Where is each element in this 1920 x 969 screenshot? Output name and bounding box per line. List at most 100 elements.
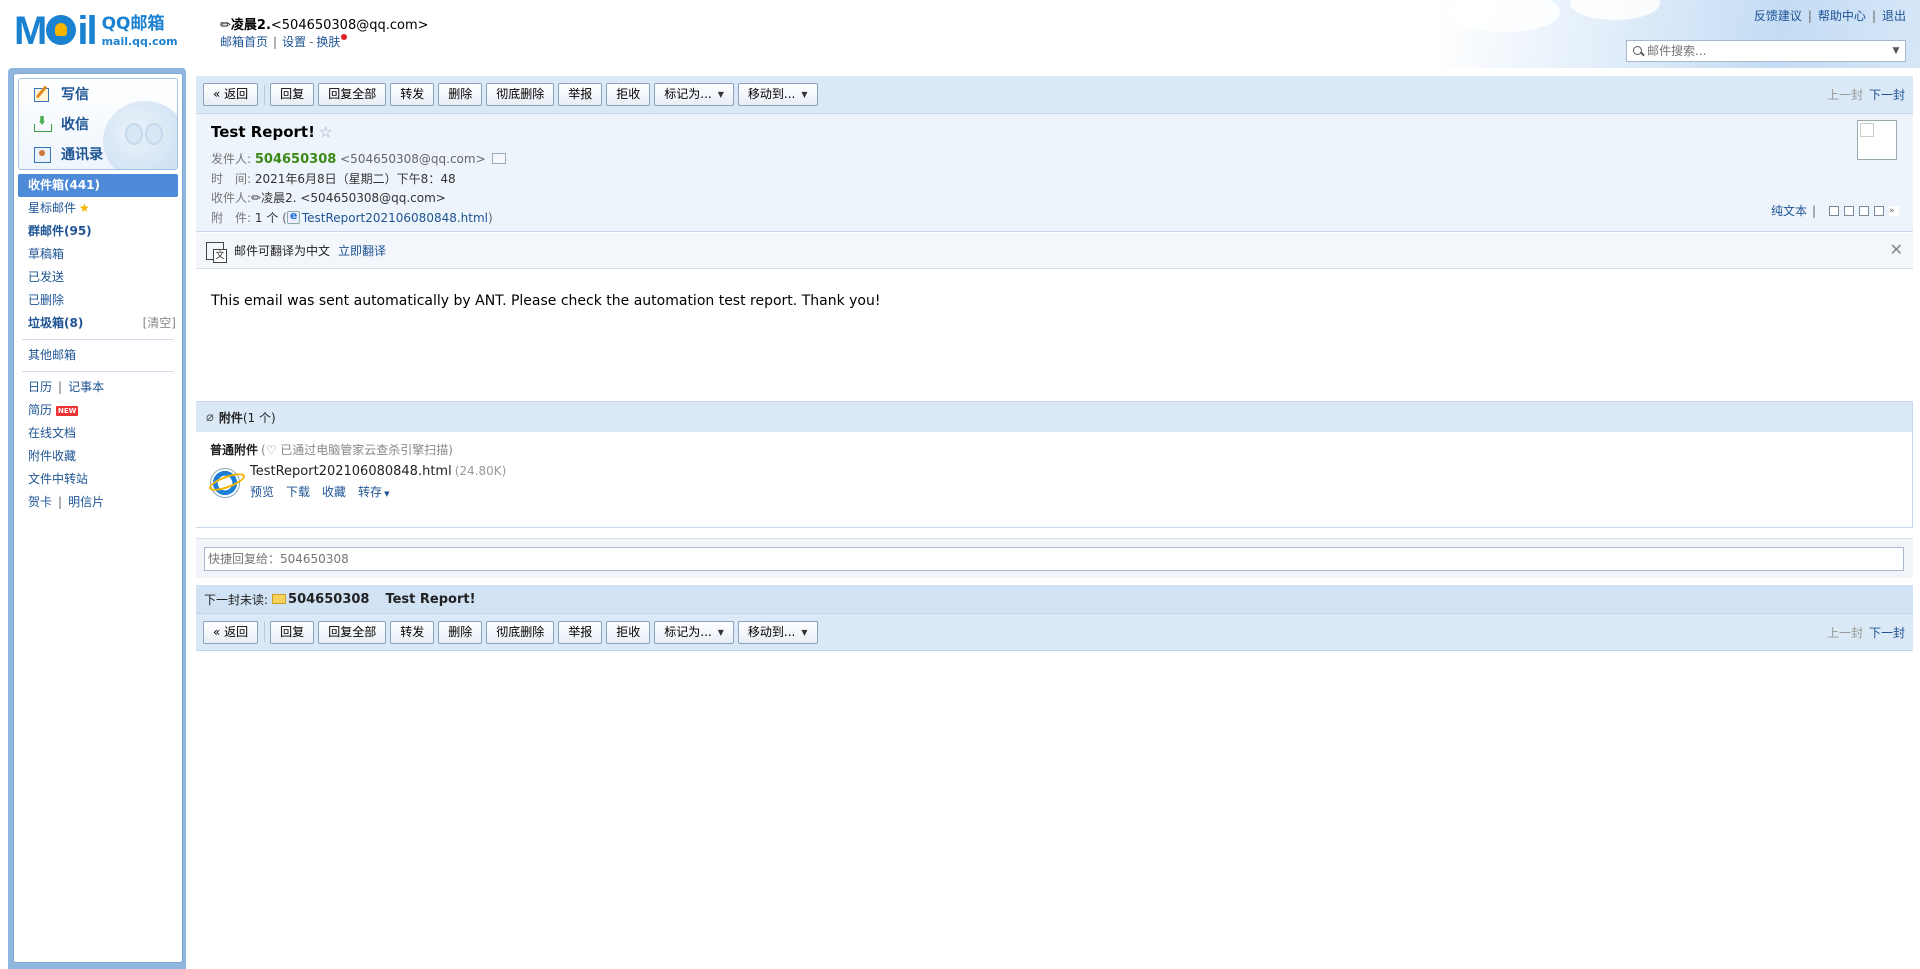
- notes-link[interactable]: 记事本: [68, 380, 104, 394]
- clear-spam-link[interactable]: [清空]: [143, 312, 176, 335]
- help-center-link[interactable]: 帮助中心: [1818, 9, 1866, 23]
- fullscreen-icon[interactable]: [1844, 205, 1854, 216]
- prev-mail-link[interactable]: 上一封: [1827, 626, 1863, 640]
- contacts-button[interactable]: 通讯录: [33, 143, 103, 165]
- quick-actions: 写信 收信 通讯录: [18, 78, 178, 170]
- change-skin-link[interactable]: 换肤: [316, 35, 340, 49]
- attachment-filesize: (24.80K): [454, 464, 507, 478]
- chevron-down-icon: ▼: [801, 90, 808, 99]
- search-dropdown-icon[interactable]: ▼: [1887, 46, 1905, 56]
- penguin-decoration: [103, 101, 177, 169]
- permanent-delete-button[interactable]: 彻底删除: [486, 620, 555, 644]
- resume-link[interactable]: 简历 NEW: [16, 399, 180, 422]
- greeting-cards-link[interactable]: 贺卡: [28, 495, 52, 509]
- divider: [22, 371, 174, 372]
- attachment-favorites-link[interactable]: 附件收藏: [16, 445, 180, 468]
- reply-all-button[interactable]: 回复全部: [318, 620, 387, 644]
- calendar-link[interactable]: 日历: [28, 380, 52, 394]
- compose-button[interactable]: 写信: [33, 83, 89, 105]
- save-icon[interactable]: [1859, 205, 1869, 216]
- move-to-dropdown[interactable]: 移动到... ▼: [737, 83, 818, 106]
- mailbox-home-link[interactable]: 邮箱首页: [220, 35, 268, 49]
- search-icon[interactable]: [1627, 41, 1647, 61]
- quick-reply-input[interactable]: [204, 547, 1904, 571]
- chevron-down-icon: ▼: [717, 90, 724, 99]
- user-nickname: 凌晨2.: [230, 18, 271, 33]
- recipient-row: 收件人:✏凌晨2. <504650308@qq.com>: [211, 191, 446, 205]
- feedback-link[interactable]: 反馈建议: [1754, 9, 1802, 23]
- reject-button[interactable]: 拒收: [606, 620, 651, 644]
- back-button[interactable]: « 返回: [203, 83, 259, 106]
- sender-name[interactable]: 504650308: [255, 152, 336, 167]
- folder-inbox[interactable]: 收件箱(441): [18, 174, 178, 197]
- ie-html-file-icon: [210, 468, 240, 498]
- receive-mail-button[interactable]: 收信: [33, 113, 89, 135]
- next-unread-sender[interactable]: 504650308: [288, 592, 369, 607]
- user-email: <504650308@qq.com>: [270, 18, 429, 33]
- favorite-link[interactable]: 收藏: [322, 485, 346, 499]
- forward-button[interactable]: 转发: [390, 620, 435, 644]
- attachment-section-header: ⌀ 附件 (1 个): [196, 402, 1912, 432]
- postcard-link[interactable]: 明信片: [68, 495, 104, 509]
- next-unread-subject[interactable]: Test Report!: [385, 592, 475, 607]
- inbox-download-icon: [33, 116, 52, 132]
- delete-button[interactable]: 删除: [438, 83, 483, 106]
- write-icon: [33, 86, 51, 102]
- attachment-link[interactable]: TestReport202106080848.html: [302, 211, 488, 225]
- prev-mail-link[interactable]: 上一封: [1827, 88, 1863, 102]
- preview-link[interactable]: 预览: [250, 485, 274, 499]
- folder-other-mailboxes[interactable]: 其他邮箱: [16, 344, 180, 367]
- search-input[interactable]: [1647, 44, 1887, 58]
- plain-text-link[interactable]: 纯文本: [1771, 202, 1807, 219]
- reject-button[interactable]: 拒收: [606, 83, 651, 106]
- attachment-filename: TestReport202106080848.html: [250, 464, 452, 479]
- print-icon[interactable]: [1874, 205, 1884, 216]
- folder-groups[interactable]: 群邮件(95): [16, 220, 180, 243]
- settings-link[interactable]: 设置: [282, 35, 306, 49]
- user-identity: ✏凌晨2.<504650308@qq.com>: [220, 18, 429, 33]
- permanent-delete-button[interactable]: 彻底删除: [486, 83, 555, 106]
- expand-more-icon[interactable]: »: [1889, 205, 1899, 216]
- report-button[interactable]: 举报: [558, 620, 603, 644]
- mark-as-dropdown[interactable]: 标记为... ▼: [654, 83, 734, 106]
- translate-now-link[interactable]: 立即翻译: [338, 242, 386, 259]
- star-toggle-icon[interactable]: ☆: [319, 123, 332, 141]
- toolbar-separator: [264, 622, 266, 642]
- sidebar: 写信 收信 通讯录 收件箱(441) 星标邮件 ★ 群邮件(95) 草稿箱 已发送…: [13, 73, 183, 963]
- next-unread-bar[interactable]: 下一封未读: 504650308 Test Report!: [196, 585, 1913, 613]
- next-mail-link[interactable]: 下一封: [1869, 626, 1905, 640]
- back-button[interactable]: « 返回: [203, 620, 259, 644]
- virus-scan-note: (♡ 已通过电脑管家云查杀引擎扫描): [261, 443, 453, 457]
- reply-all-button[interactable]: 回复全部: [318, 83, 387, 106]
- folder-starred[interactable]: 星标邮件 ★: [16, 197, 180, 220]
- online-docs-link[interactable]: 在线文档: [16, 422, 180, 445]
- logo-mail-word: Mil: [14, 9, 98, 53]
- mail-toolbar-bottom: « 返回 回复 回复全部 转发 删除 彻底删除 举报 拒收 标记为... ▼ 移动…: [196, 613, 1913, 651]
- add-contact-icon[interactable]: [491, 153, 506, 164]
- move-to-dropdown[interactable]: 移动到... ▼: [737, 620, 818, 644]
- download-link[interactable]: 下载: [286, 485, 310, 499]
- paperclip-icon: ⌀: [206, 409, 214, 425]
- next-mail-link[interactable]: 下一封: [1869, 88, 1905, 102]
- delete-button[interactable]: 删除: [438, 620, 483, 644]
- folder-drafts[interactable]: 草稿箱: [16, 243, 180, 266]
- mail-subject: Test Report! ☆: [211, 123, 333, 141]
- folder-spam[interactable]: 垃圾箱(8) [清空]: [16, 312, 180, 335]
- forward-button[interactable]: 转发: [390, 83, 435, 106]
- mark-as-dropdown[interactable]: 标记为... ▼: [654, 620, 734, 644]
- top-right-links: 反馈建议 | 帮助中心 | 退出: [1753, 9, 1906, 23]
- save-to-dropdown[interactable]: 转存 ▼: [358, 485, 389, 499]
- qq-mail-logo[interactable]: Mil QQ邮箱 mail.qq.com: [14, 10, 178, 52]
- folder-deleted[interactable]: 已删除: [16, 289, 180, 312]
- report-button[interactable]: 举报: [558, 83, 603, 106]
- folder-sent[interactable]: 已发送: [16, 266, 180, 289]
- folder-list: 收件箱(441) 星标邮件 ★ 群邮件(95) 草稿箱 已发送 已删除 垃圾箱(8…: [16, 174, 180, 514]
- logout-link[interactable]: 退出: [1882, 9, 1906, 23]
- new-window-icon[interactable]: [1829, 205, 1839, 216]
- mail-search-box[interactable]: ▼: [1626, 40, 1906, 62]
- close-icon[interactable]: ✕: [1890, 242, 1903, 258]
- file-transfer-link[interactable]: 文件中转站: [16, 468, 180, 491]
- quick-reply-bar: [196, 538, 1913, 578]
- reply-button[interactable]: 回复: [270, 83, 315, 106]
- reply-button[interactable]: 回复: [270, 620, 315, 644]
